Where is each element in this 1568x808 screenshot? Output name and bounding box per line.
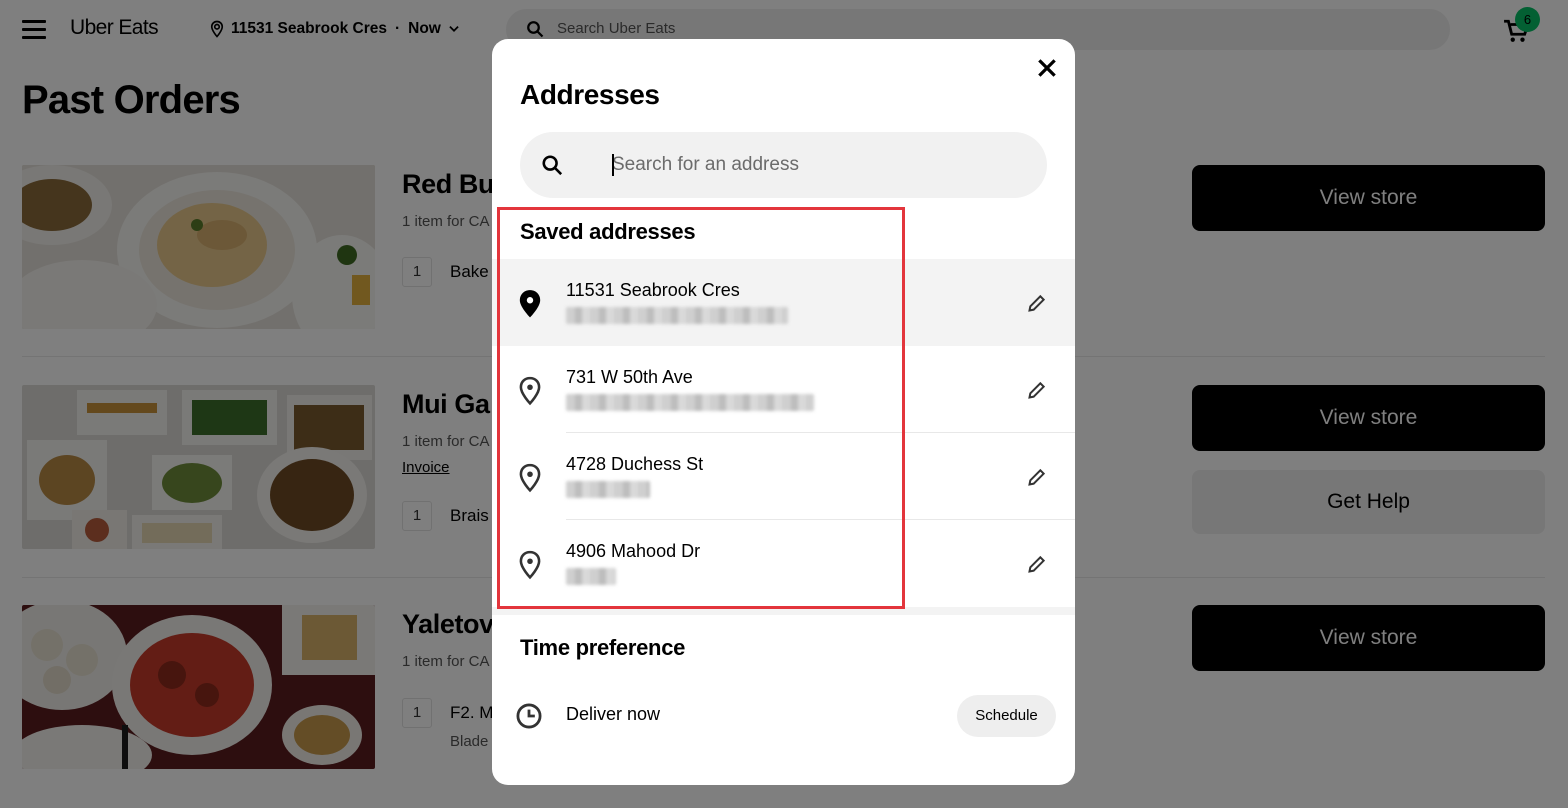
edit-pencil-icon[interactable]: [1027, 380, 1047, 400]
address-detail-redacted: [566, 394, 814, 411]
saved-address-item[interactable]: 731 W 50th Ave: [492, 346, 1075, 433]
deliver-now-option[interactable]: Deliver now: [566, 704, 660, 725]
saved-addresses-heading: Saved addresses: [520, 219, 696, 244]
clock-icon: [516, 703, 542, 729]
address-search-field[interactable]: [520, 132, 1047, 198]
address-line: 4728 Duchess St: [566, 454, 704, 474]
edit-pencil-icon[interactable]: [1027, 293, 1047, 313]
section-divider: [492, 607, 1075, 615]
location-pin-icon: [519, 463, 541, 493]
address-line: 731 W 50th Ave: [566, 367, 693, 387]
saved-address-item[interactable]: 4728 Duchess St: [492, 433, 1075, 520]
address-detail-redacted: [566, 481, 650, 498]
schedule-button[interactable]: Schedule: [957, 695, 1056, 737]
address-detail-redacted: [566, 568, 616, 585]
modal-title: Addresses: [520, 79, 660, 110]
search-icon: [542, 155, 563, 176]
address-search-input[interactable]: [612, 152, 1022, 178]
address-detail-redacted: [566, 307, 788, 324]
location-pin-icon: [519, 376, 541, 406]
edit-pencil-icon[interactable]: [1027, 467, 1047, 487]
saved-address-item[interactable]: 11531 Seabrook Cres: [492, 259, 1075, 346]
location-pin-icon: [519, 550, 541, 580]
saved-address-item[interactable]: 4906 Mahood Dr: [492, 520, 1075, 607]
location-pin-filled-icon: [519, 290, 541, 318]
address-line: 11531 Seabrook Cres: [566, 280, 740, 300]
addresses-modal: Addresses Saved addresses 11531 Seabrook…: [492, 39, 1075, 785]
close-icon[interactable]: [1034, 55, 1060, 81]
address-line: 4906 Mahood Dr: [566, 541, 701, 561]
time-preference-heading: Time preference: [520, 635, 686, 660]
text-cursor: [612, 154, 614, 176]
edit-pencil-icon[interactable]: [1027, 554, 1047, 574]
